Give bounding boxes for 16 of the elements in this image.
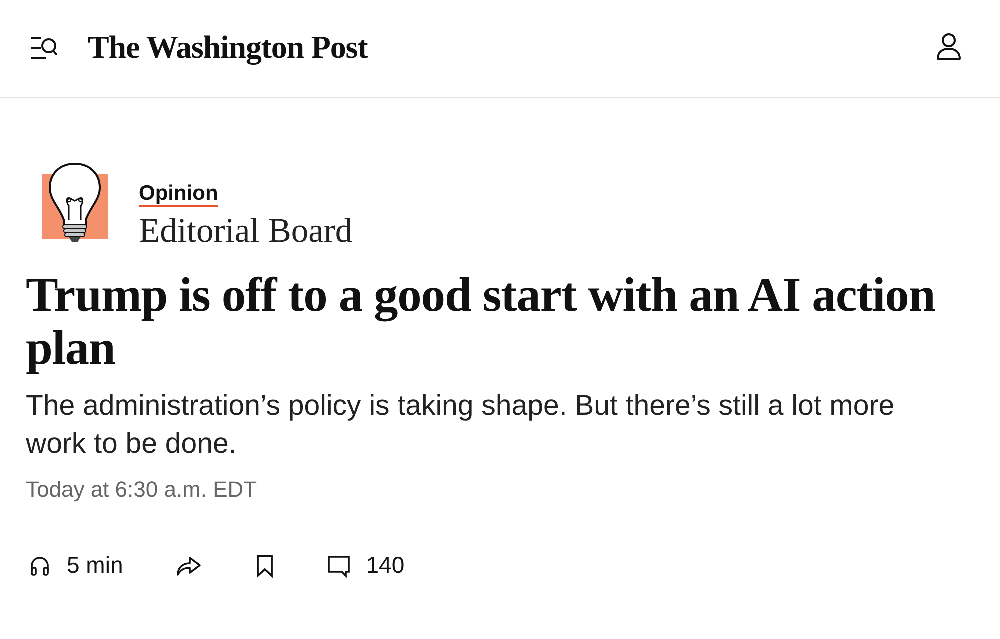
logo[interactable]: The Washington Post	[88, 29, 368, 66]
timestamp: Today at 6:30 a.m. EDT	[26, 477, 258, 503]
section-link[interactable]: Opinion	[139, 183, 218, 207]
speech-bubble-icon	[327, 554, 352, 578]
save-button[interactable]	[255, 554, 276, 578]
bookmark-icon	[255, 554, 276, 578]
listen-button[interactable]: 5 min	[28, 552, 124, 579]
user-icon	[936, 32, 962, 60]
author-name[interactable]: Editorial Board	[139, 211, 353, 251]
menu-search-icon	[30, 34, 58, 60]
headline: Trump is off to a good start with an AI action plan	[26, 269, 936, 375]
lightbulb-icon	[42, 162, 108, 245]
menu-search-button[interactable]	[30, 34, 58, 60]
account-button[interactable]	[936, 32, 962, 60]
subheadline: The administration’s policy is taking shape. But there’s still a lot more work to be done.	[26, 389, 896, 462]
comments-button[interactable]: 140	[327, 552, 405, 579]
